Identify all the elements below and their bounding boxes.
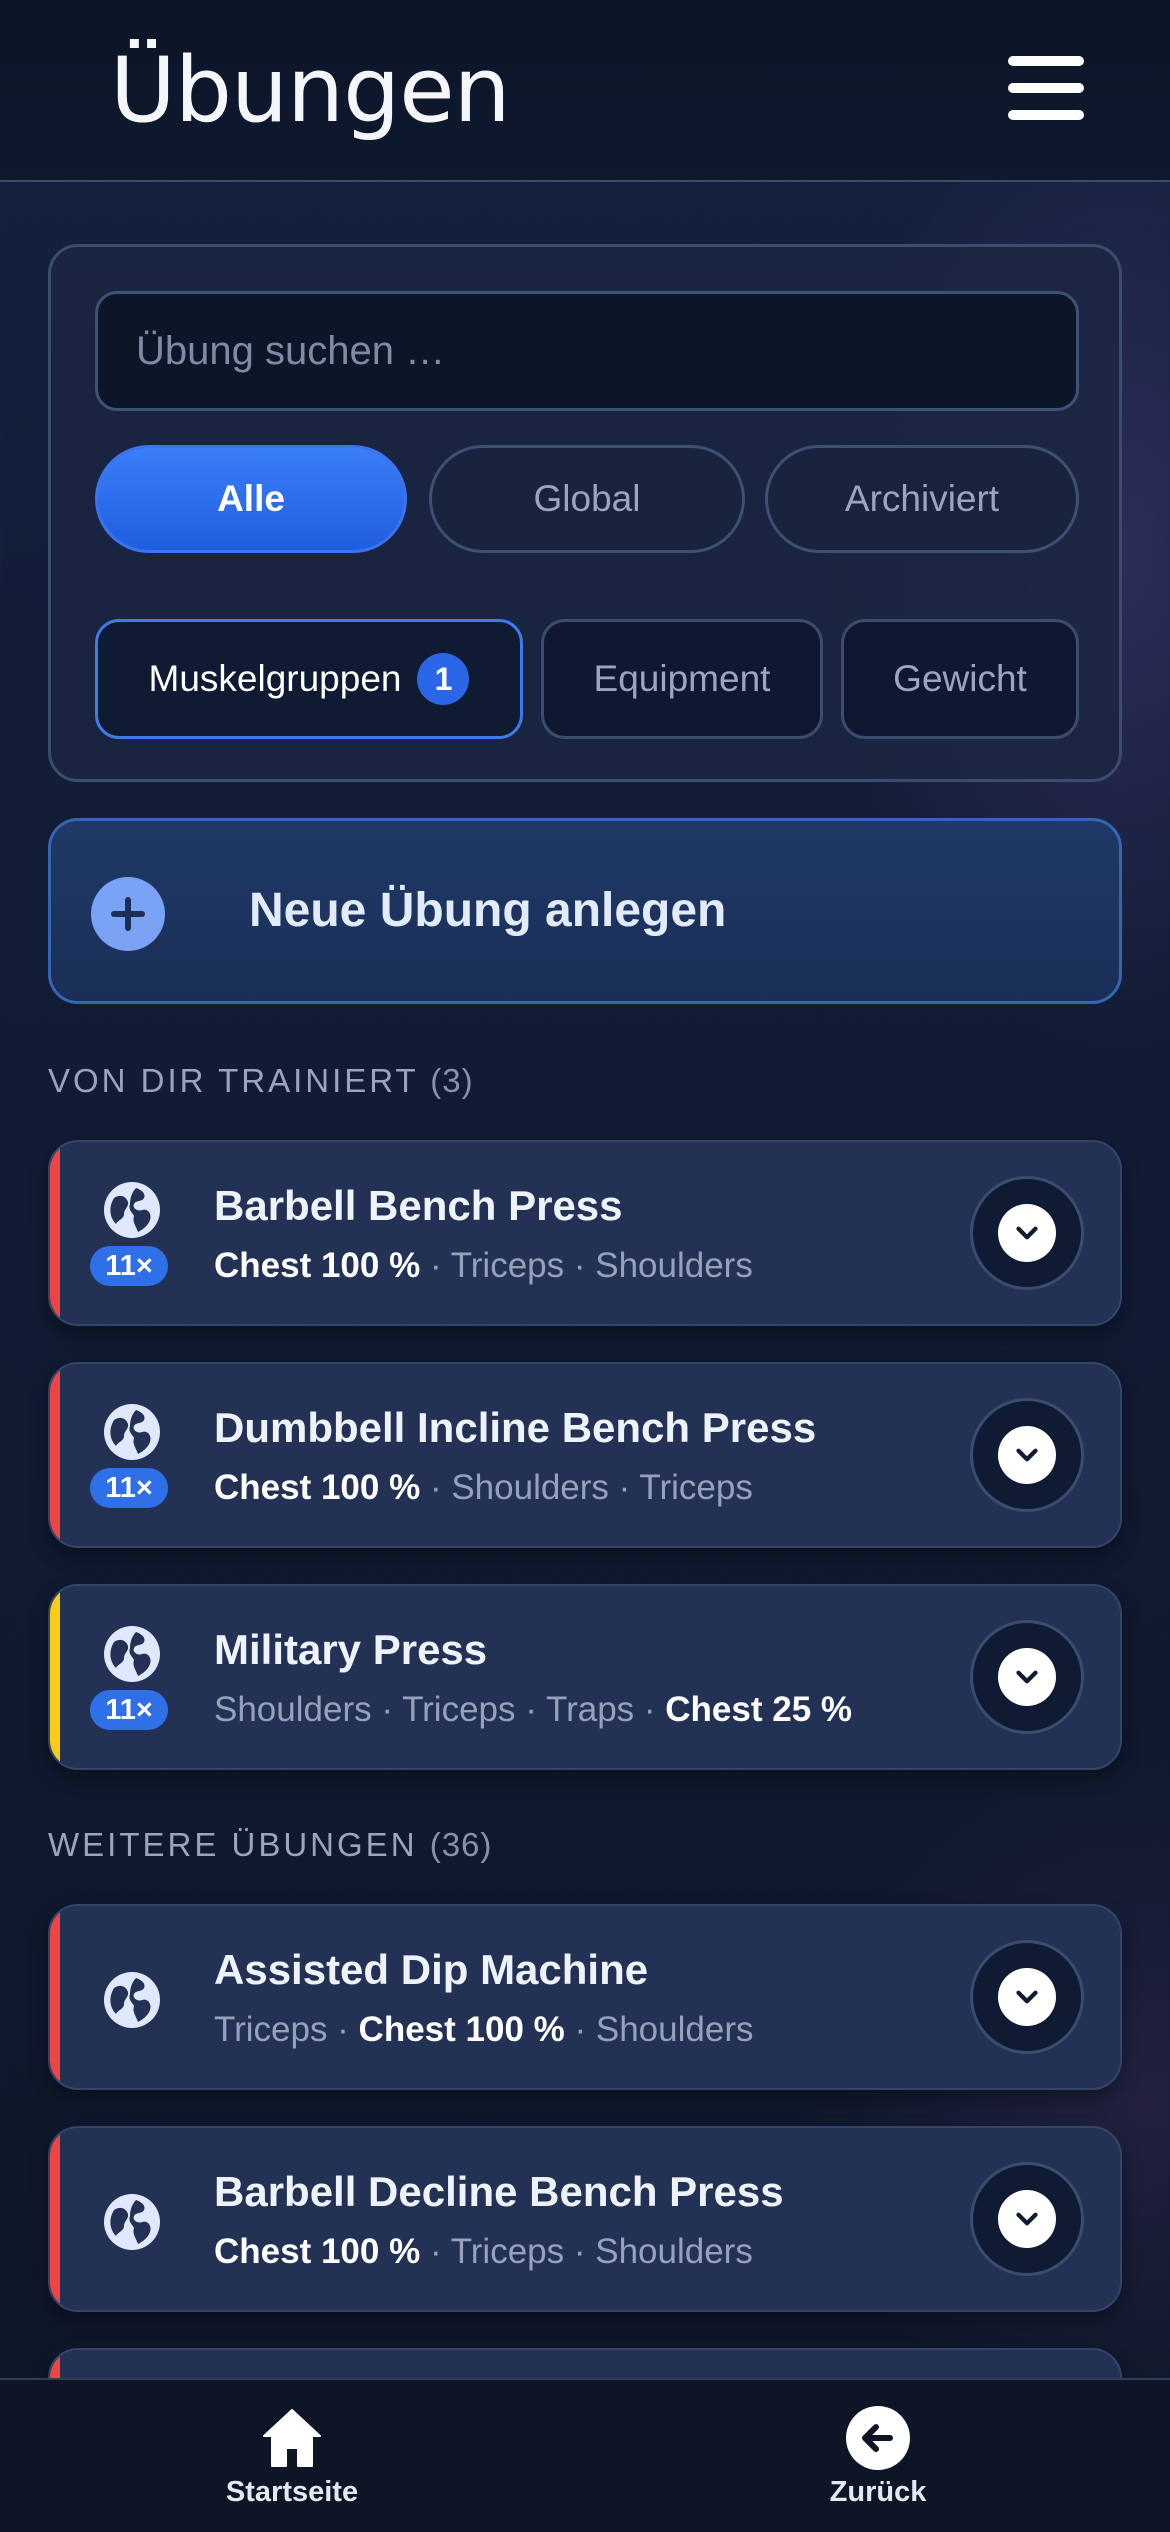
secondary-muscles: · Triceps · Shoulders: [420, 1246, 753, 1285]
nav-back-button[interactable]: Zurück: [728, 2380, 1028, 2532]
section-label: VON DIR TRAINIERT: [48, 1062, 419, 1099]
search-input[interactable]: Übung suchen …: [95, 291, 1079, 411]
chevron-down-icon: [998, 2190, 1056, 2248]
nav-home-label: Startseite: [225, 2476, 359, 2508]
chevron-down-icon: [998, 1204, 1056, 1262]
muscle-accent-bar: [50, 1906, 60, 2088]
exercise-card[interactable]: Assisted Dip Machine Triceps · Chest 100 …: [48, 1904, 1122, 2090]
section-count: (3): [430, 1062, 474, 1099]
muscle-list: Shoulders · Triceps · Traps · Chest 25 %: [214, 1690, 852, 1730]
exercise-name: Barbell Decline Bench Press: [214, 2168, 784, 2215]
globe-icon: [102, 1402, 162, 1467]
usage-count-badge: 11×: [90, 1468, 168, 1508]
facet-label: Equipment: [593, 658, 771, 699]
primary-muscle: Chest 100 %: [214, 1468, 421, 1507]
expand-button[interactable]: [970, 1398, 1084, 1512]
chevron-down-icon: [998, 1648, 1056, 1706]
primary-muscle: Chest 25 %: [665, 1690, 853, 1729]
primary-muscle: Chest 100 %: [214, 2232, 421, 2271]
muscle-accent-bar: [50, 1364, 60, 1546]
facet-gewicht-button[interactable]: Gewicht: [841, 619, 1079, 739]
nav-back-label: Zurück: [829, 2476, 927, 2508]
scope-tab-global[interactable]: Global: [429, 445, 745, 553]
expand-button[interactable]: [970, 1176, 1084, 1290]
new-exercise-label: Neue Übung anlegen: [249, 884, 727, 937]
exercise-card[interactable]: 11× Military Press Shoulders · Triceps · T…: [48, 1584, 1122, 1770]
section-header-trained: VON DIR TRAINIERT (3): [48, 1062, 474, 1100]
nav-home-button[interactable]: Startseite: [142, 2380, 442, 2532]
filter-count-badge: 1: [417, 653, 470, 705]
home-icon: [263, 2409, 321, 2467]
exercise-card[interactable]: Barbell Decline Bench Press Chest 100 % ·…: [48, 2126, 1122, 2312]
globe-icon: [102, 2192, 162, 2257]
expand-button[interactable]: [970, 1940, 1084, 2054]
exercise-card[interactable]: 11× Barbell Bench Press Chest 100 % · Tric…: [48, 1140, 1122, 1326]
bottom-navigation: Startseite Zurück: [0, 2378, 1170, 2532]
expand-button[interactable]: [970, 1620, 1084, 1734]
secondary-muscles: Shoulders · Triceps · Traps ·: [214, 1690, 666, 1729]
exercise-name: Barbell Bench Press: [214, 1182, 623, 1229]
facet-label: Gewicht: [893, 658, 1027, 699]
muscle-list: Chest 100 % · Triceps · Shoulders: [214, 2232, 753, 2272]
hamburger-menu-icon[interactable]: [1000, 50, 1086, 126]
facet-label: Muskelgruppen: [148, 658, 402, 699]
secondary-muscles: · Triceps · Shoulders: [420, 2232, 753, 2271]
expand-button[interactable]: [970, 2162, 1084, 2276]
usage-count-badge: 11×: [90, 1246, 168, 1286]
primary-muscle: Chest 100 %: [214, 1246, 421, 1285]
exercise-name: Military Press: [214, 1626, 488, 1673]
muscle-accent-bar: [50, 1142, 60, 1324]
app-header: Übungen: [0, 0, 1170, 182]
facet-equipment-button[interactable]: Equipment: [541, 619, 823, 739]
muscle-list: Chest 100 % · Shoulders · Triceps: [214, 1468, 753, 1508]
search-placeholder: Übung suchen …: [136, 328, 446, 373]
section-header-more: WEITERE ÜBUNGEN (36): [48, 1826, 492, 1864]
filter-panel: Übung suchen … Alle Global Archiviert Mu…: [48, 244, 1122, 782]
scope-tab-alle[interactable]: Alle: [95, 445, 407, 553]
muscle-accent-bar: [50, 2128, 60, 2310]
plus-circle-icon: [91, 877, 165, 951]
scope-tab-label: Archiviert: [844, 478, 1000, 519]
globe-icon: [102, 1180, 162, 1245]
arrow-left-circle-icon: [846, 2406, 910, 2470]
globe-icon: [102, 1970, 162, 2035]
secondary-muscles: Triceps ·: [214, 2010, 359, 2049]
section-count: (36): [429, 1826, 493, 1863]
globe-icon: [102, 1624, 162, 1689]
exercise-name: Dumbbell Incline Bench Press: [214, 1404, 817, 1451]
primary-muscle: Chest 100 %: [358, 2010, 565, 2049]
chevron-down-icon: [998, 1426, 1056, 1484]
scope-tab-label: Global: [533, 478, 641, 519]
muscle-list: Chest 100 % · Triceps · Shoulders: [214, 1246, 753, 1286]
chevron-down-icon: [998, 1968, 1056, 2026]
scope-tab-label: Alle: [217, 478, 285, 519]
scope-tab-archiviert[interactable]: Archiviert: [765, 445, 1079, 553]
usage-count-badge: 11×: [90, 1690, 168, 1730]
page-title: Übungen: [110, 38, 511, 143]
muscle-accent-bar: [50, 1586, 60, 1768]
section-label: WEITERE ÜBUNGEN: [48, 1826, 418, 1863]
facet-muskelgruppen-button[interactable]: Muskelgruppen 1: [95, 619, 523, 739]
exercise-name: Assisted Dip Machine: [214, 1946, 649, 1993]
muscle-list: Triceps · Chest 100 % · Shoulders: [214, 2010, 753, 2050]
secondary-muscles: · Shoulders: [564, 2010, 754, 2049]
exercise-card[interactable]: 11× Dumbbell Incline Bench Press Chest 100…: [48, 1362, 1122, 1548]
secondary-muscles: · Shoulders · Triceps: [420, 1468, 753, 1507]
new-exercise-button[interactable]: Neue Übung anlegen: [48, 818, 1122, 1004]
